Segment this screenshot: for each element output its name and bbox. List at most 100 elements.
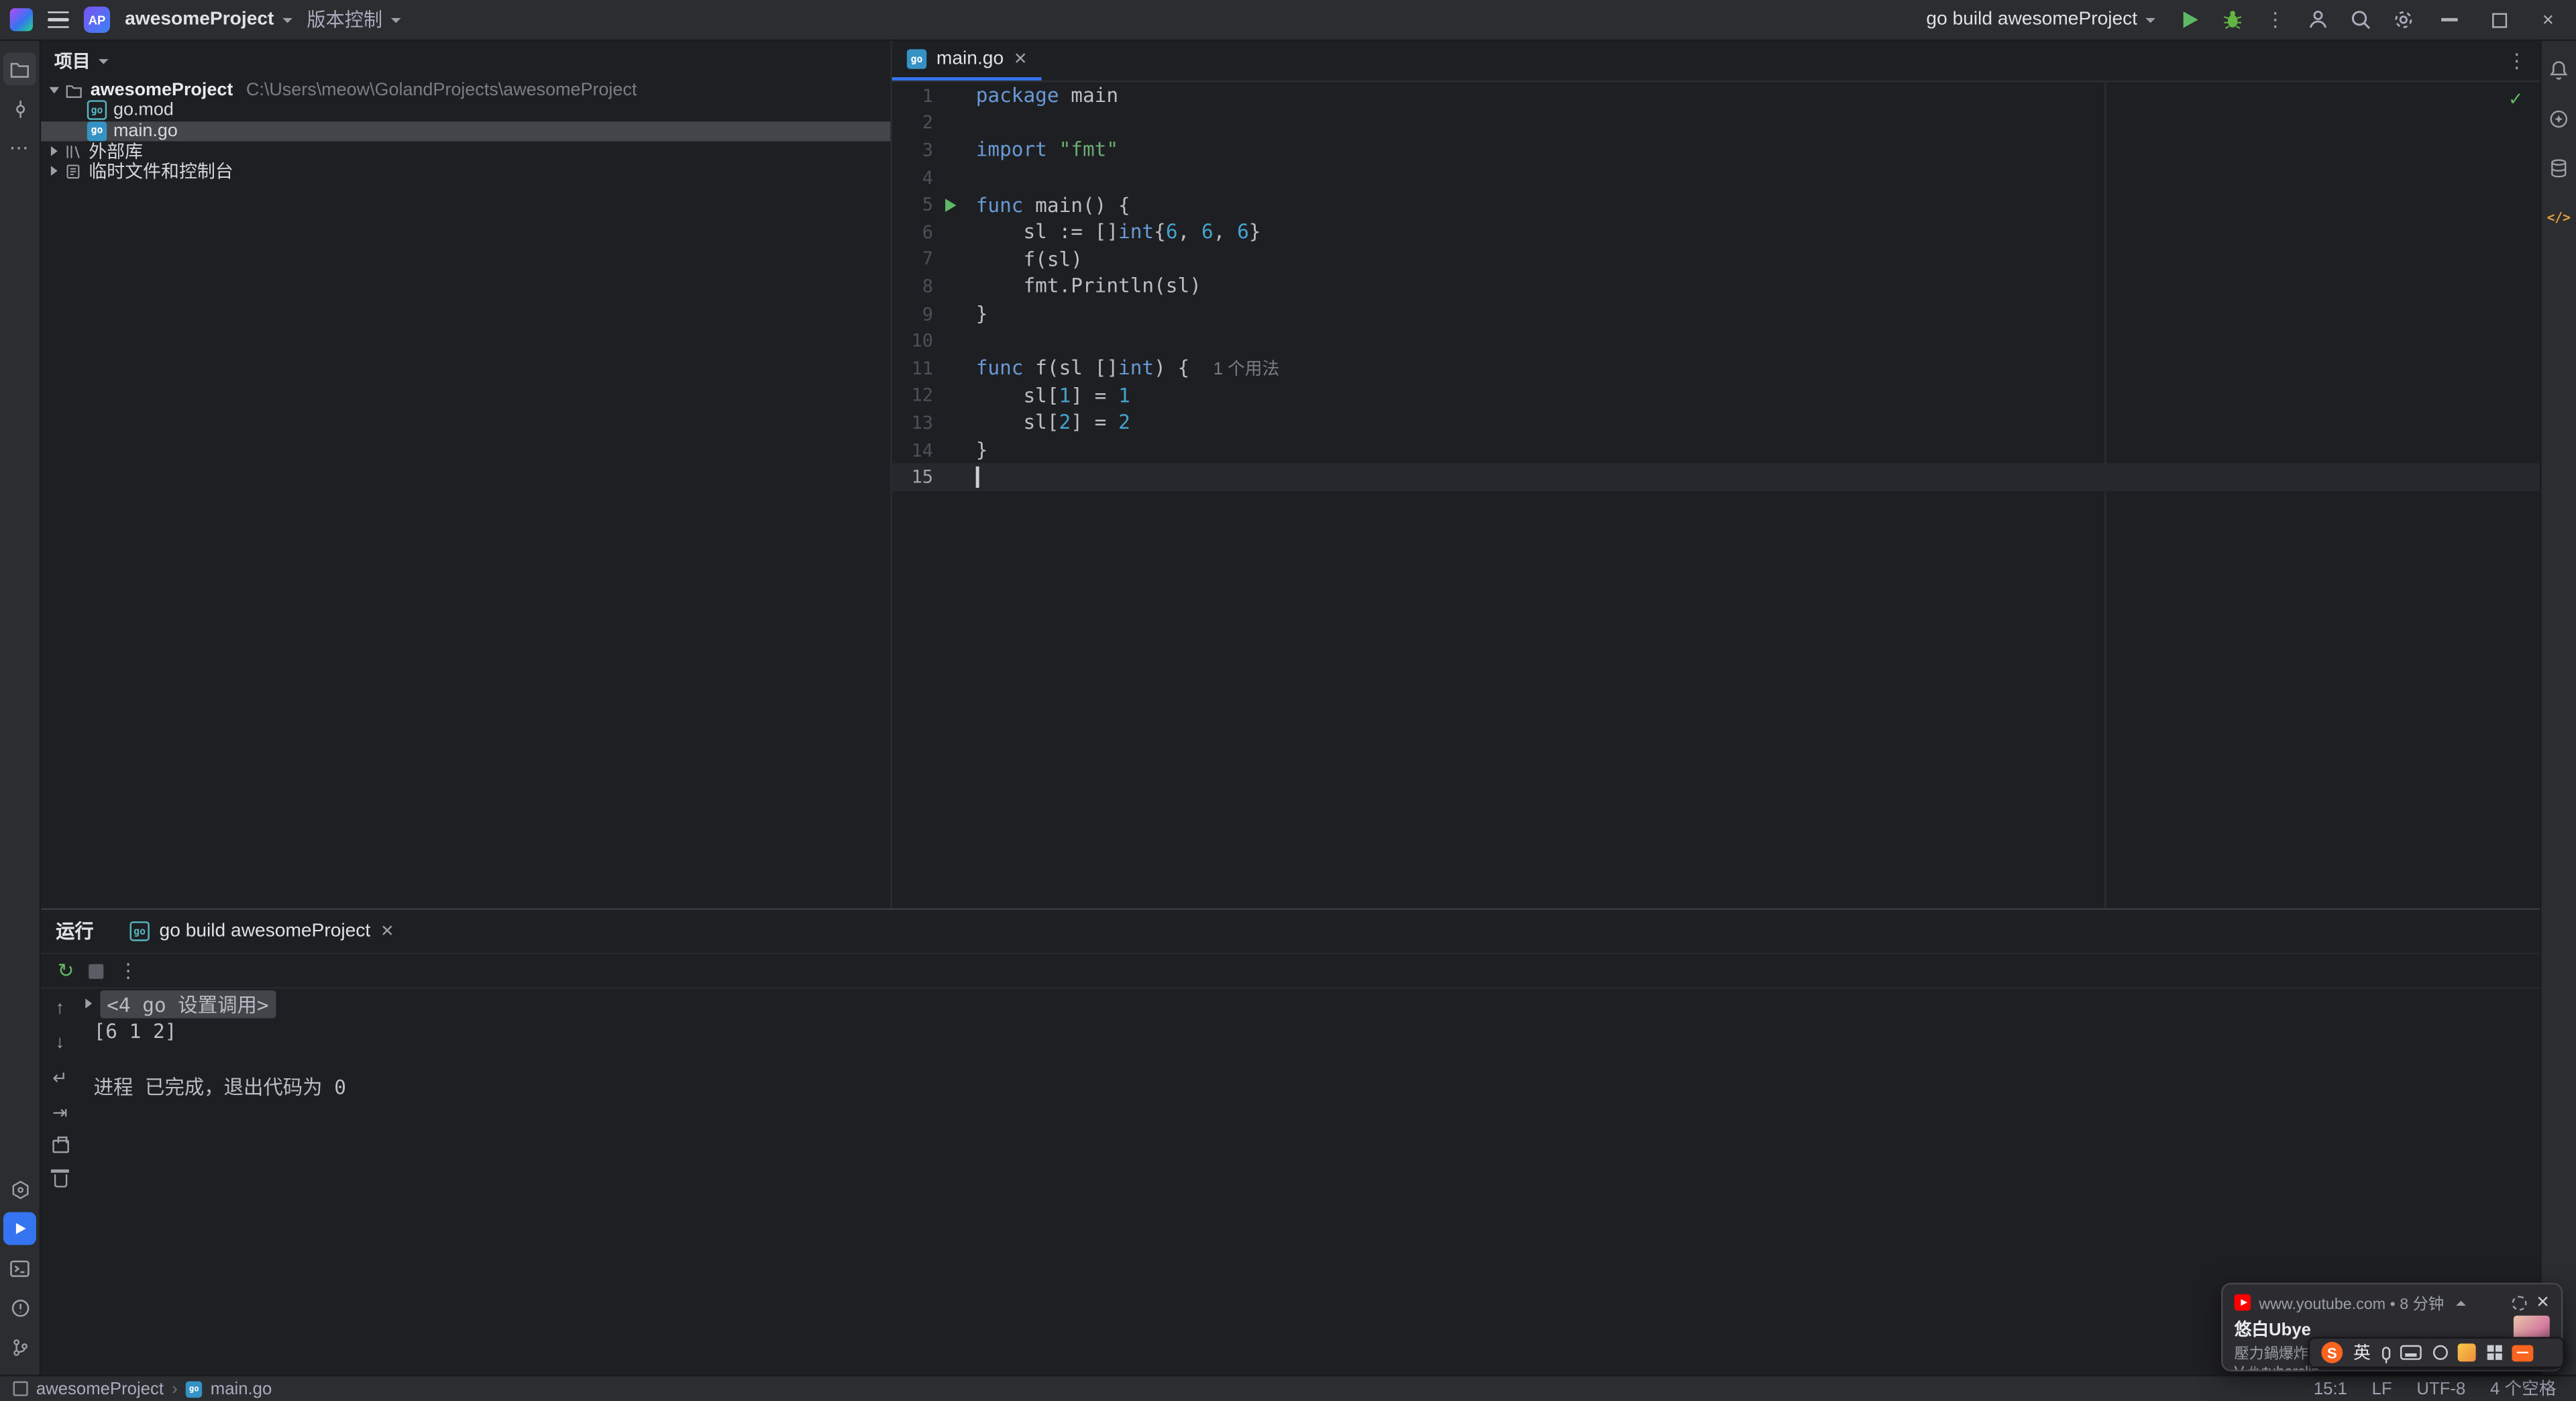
close-icon[interactable]: ✕ (2536, 1294, 2550, 1312)
code-line[interactable]: 7 f(sl) (892, 246, 2540, 273)
run-line-icon[interactable] (933, 197, 967, 213)
line-number[interactable]: 6 (892, 221, 933, 243)
stop-button[interactable] (89, 963, 104, 978)
project-avatar[interactable]: AP (83, 6, 111, 33)
keyboard-icon[interactable] (2400, 1345, 2422, 1360)
settings-button[interactable] (2385, 1, 2422, 38)
tool-window-services-button[interactable] (3, 1173, 36, 1206)
up-stack-trace-button[interactable]: ↑ (47, 995, 73, 1021)
encoding-widget[interactable]: UTF-8 (2416, 1379, 2465, 1398)
down-stack-trace-button[interactable]: ↓ (47, 1030, 73, 1056)
notification-settings-icon[interactable] (2511, 1295, 2526, 1310)
expand-icon[interactable] (85, 999, 93, 1009)
chevron-collapsed-icon[interactable] (50, 146, 58, 156)
ime-language-toggle[interactable]: 英 (2353, 1340, 2371, 1365)
code-line[interactable]: 9} (892, 300, 2540, 327)
sogou-ime-toolbar[interactable]: S 英 (2308, 1337, 2565, 1369)
more-tool-windows-button[interactable]: ⋯ (3, 132, 36, 164)
line-number[interactable]: 7 (892, 249, 933, 270)
line-number[interactable]: 14 (892, 439, 933, 461)
sogou-toolbox-icon[interactable] (2512, 1344, 2534, 1361)
more-options-button[interactable]: ⋮ (118, 961, 138, 980)
skin-icon[interactable] (2457, 1343, 2476, 1362)
code-line[interactable]: 13 sl[2] = 2 (892, 409, 2540, 437)
tab-options-button[interactable]: ⋮ (2507, 49, 2526, 72)
project-panel-header[interactable]: 项目 (41, 41, 890, 81)
line-number[interactable]: 2 (892, 112, 933, 134)
line-number[interactable]: 11 (892, 358, 933, 379)
scroll-to-end-button[interactable]: ⇥ (47, 1099, 73, 1125)
window-maximize-button[interactable] (2477, 1, 2520, 38)
code-line[interactable]: 8 fmt.Println(sl) (892, 273, 2540, 301)
sogou-logo-icon[interactable]: S (2321, 1341, 2343, 1363)
tree-item-main-go[interactable]: go main.go (41, 121, 891, 142)
line-number[interactable]: 15 (892, 466, 933, 488)
folded-region[interactable]: <4 go 设置调用> (100, 990, 276, 1019)
tool-window-terminal-button[interactable] (3, 1251, 36, 1284)
close-icon[interactable]: ✕ (1014, 50, 1028, 68)
window-minimize-button[interactable] (2428, 1, 2471, 38)
code-line[interactable]: 3 import "fmt" (892, 137, 2540, 164)
rerun-button[interactable]: ↻ (58, 961, 74, 980)
line-number[interactable]: 12 (892, 385, 933, 407)
code-line[interactable]: 1 package main (892, 82, 2540, 109)
run-configuration-selector[interactable]: go build awesomeProject (1926, 10, 2156, 30)
ai-assistant-button[interactable] (2542, 102, 2575, 135)
line-number[interactable]: 10 (892, 330, 933, 352)
chevron-expanded-icon[interactable] (49, 87, 60, 94)
more-actions-button[interactable]: ⋮ (2257, 1, 2294, 38)
tree-item-scratches[interactable]: 临时文件和控制台 (41, 161, 890, 183)
code-line[interactable]: 10 (892, 327, 2540, 355)
main-menu-icon[interactable] (48, 11, 69, 28)
code-line[interactable]: 15 (892, 464, 2540, 491)
search-everywhere-button[interactable] (2343, 1, 2379, 38)
code-line[interactable]: 2 (892, 109, 2540, 137)
microphone-icon[interactable] (2381, 1345, 2390, 1363)
code-line[interactable]: 4 (892, 164, 2540, 191)
line-number[interactable]: 5 (892, 194, 933, 215)
soft-wrap-button[interactable]: ↵ (47, 1064, 73, 1090)
tool-window-endpoints-button[interactable]: </> (2542, 201, 2575, 234)
breadcrumb-file[interactable]: main.go (211, 1379, 272, 1398)
tool-window-project-button[interactable] (3, 52, 36, 86)
vcs-menu[interactable]: 版本控制 (307, 7, 400, 33)
tool-window-database-button[interactable] (2542, 151, 2575, 184)
print-button[interactable] (47, 1133, 73, 1159)
run-button[interactable] (2172, 1, 2208, 38)
console-output[interactable]: <4 go 设置调用> [6 1 2] 进程 已完成，退出代码为 0 (79, 989, 2540, 1375)
clear-all-button[interactable] (47, 1168, 73, 1194)
tool-window-commit-button[interactable] (3, 92, 36, 125)
window-close-button[interactable]: × (2527, 1, 2570, 38)
caret-position-widget[interactable]: 15:1 (2314, 1379, 2347, 1398)
tree-item-project-root[interactable]: awesomeProject C:\Users\meow\GolandProje… (41, 81, 890, 101)
run-tab-go-build[interactable]: go go build awesomeProject ✕ (117, 910, 407, 953)
notifications-button[interactable] (2542, 52, 2575, 85)
line-ending-widget[interactable]: LF (2372, 1379, 2392, 1398)
line-number[interactable]: 13 (892, 412, 933, 433)
line-number[interactable]: 4 (892, 167, 933, 189)
breadcrumb-project[interactable]: awesomeProject (36, 1379, 164, 1398)
code-line[interactable]: 12 sl[1] = 1 (892, 382, 2540, 409)
indent-widget[interactable]: 4 个空格 (2490, 1376, 2557, 1401)
line-number[interactable]: 3 (892, 140, 933, 161)
toolbox-grid-icon[interactable] (2486, 1345, 2502, 1360)
debug-button[interactable] (2214, 1, 2251, 38)
line-number[interactable]: 9 (892, 303, 933, 325)
code-line[interactable]: 14} (892, 436, 2540, 464)
close-icon[interactable]: ✕ (380, 922, 394, 940)
code-line[interactable]: 5 func main() { (892, 191, 2540, 219)
code-editor[interactable]: ✓ 1 package main 2 3 import "fmt" 4 5 func main… (892, 82, 2540, 909)
status-breadcrumb[interactable]: awesomeProject › go main.go (0, 1379, 272, 1398)
console-folded-line[interactable]: <4 go 设置调用> (79, 990, 2540, 1019)
tool-window-git-button[interactable] (3, 1331, 36, 1363)
code-line[interactable]: 11 func f(sl [] int) { 1 个用法 (892, 355, 2540, 382)
line-number[interactable]: 1 (892, 85, 933, 107)
project-selector[interactable]: awesomeProject (125, 10, 292, 30)
tool-window-problems-button[interactable] (3, 1291, 36, 1324)
emoji-icon[interactable] (2432, 1345, 2447, 1360)
tree-item-go-mod[interactable]: go go.mod (41, 101, 890, 121)
code-with-me-button[interactable] (2300, 1, 2337, 38)
chevron-collapsed-icon[interactable] (50, 166, 58, 176)
tool-window-run-button[interactable] (3, 1212, 36, 1245)
code-line[interactable]: 6 sl := [] int{6, 6, 6} (892, 218, 2540, 246)
